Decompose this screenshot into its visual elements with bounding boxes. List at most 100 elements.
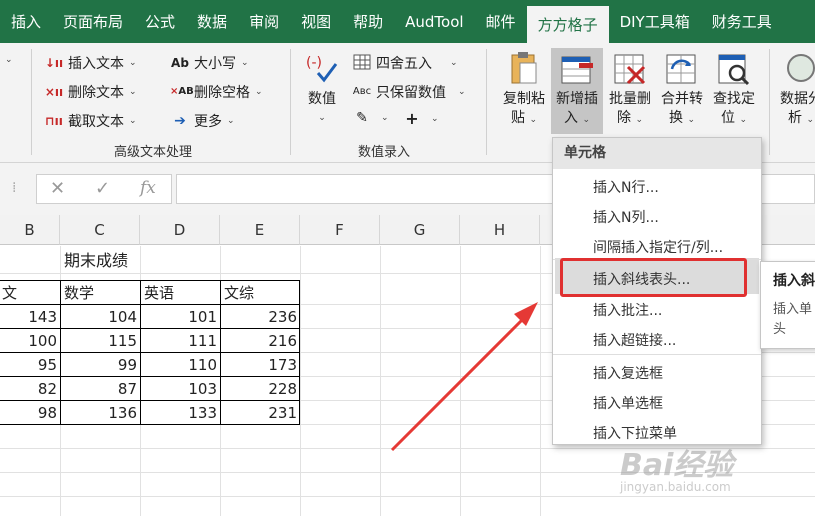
tab-finance-tools[interactable]: 财务工具 bbox=[701, 0, 783, 43]
tab-data[interactable]: 数据 bbox=[186, 0, 238, 43]
menu-item-insert-hyperlink[interactable]: 插入超链接... bbox=[593, 330, 676, 350]
table-cell[interactable]: 143 bbox=[0, 305, 60, 329]
svg-text:(-): (-) bbox=[306, 55, 322, 71]
table-cell[interactable]: 236 bbox=[220, 305, 300, 329]
delete-space-button[interactable]: ×AB 删除空格 ⌄ bbox=[170, 82, 263, 102]
copy-paste-button[interactable]: 复制粘 贴 ⌄ bbox=[499, 49, 549, 130]
keep-value-button[interactable]: Aвс 只保留数值 ⌄ bbox=[352, 82, 466, 102]
delete-space-icon: ×AB bbox=[170, 86, 194, 97]
table-cell[interactable]: 216 bbox=[220, 329, 300, 353]
menu-header: 单元格 bbox=[553, 138, 761, 169]
column-header-c[interactable]: C bbox=[60, 215, 140, 245]
insert-row-icon bbox=[559, 49, 595, 87]
table-cell[interactable]: 136 bbox=[60, 401, 140, 425]
cancel-icon[interactable]: ✕ bbox=[50, 178, 65, 199]
table-cell[interactable]: 99 bbox=[60, 353, 140, 377]
table-cell[interactable]: 104 bbox=[60, 305, 140, 329]
tab-help[interactable]: 帮助 bbox=[342, 0, 394, 43]
group-separator bbox=[31, 49, 32, 155]
column-header-d[interactable]: D bbox=[140, 215, 220, 245]
find-locate-button[interactable]: 查找定 位 ⌄ bbox=[709, 49, 759, 130]
value-button[interactable]: (-) 数值 ⌄ bbox=[302, 49, 342, 128]
group-label-text: 高级文本处理 bbox=[114, 145, 193, 160]
table-cell[interactable]: 98 bbox=[0, 401, 60, 425]
table-cell[interactable]: 115 bbox=[60, 329, 140, 353]
group-label-value: 数值录入 bbox=[358, 145, 411, 160]
header-cell-english[interactable]: 英语 bbox=[144, 281, 174, 305]
merge-convert-button[interactable]: 合并转 换 ⌄ bbox=[657, 49, 707, 130]
add-button[interactable]: + ⌄ bbox=[402, 109, 438, 128]
column-header-f[interactable]: F bbox=[300, 215, 380, 245]
menu-item-insert-comment[interactable]: 插入批注... bbox=[593, 300, 662, 320]
delete-text-button[interactable]: ×ıı 删除文本 ⌄ bbox=[44, 82, 137, 102]
tab-diy-toolbox[interactable]: DIY工具箱 bbox=[609, 0, 701, 43]
menu-item-insert-columns[interactable]: 插入N列... bbox=[593, 207, 659, 227]
table-cell[interactable]: 110 bbox=[140, 353, 220, 377]
sheet-title-cell[interactable]: 期末成绩 bbox=[64, 249, 128, 273]
highlight-box bbox=[560, 258, 747, 297]
tab-page-layout[interactable]: 页面布局 bbox=[52, 0, 134, 43]
value-icon: (-) bbox=[304, 49, 340, 87]
more-button[interactable]: ➔ 更多 ⌄ bbox=[170, 111, 234, 131]
watermark-logo: Bai经验 bbox=[620, 448, 734, 483]
column-header-g[interactable]: G bbox=[380, 215, 460, 245]
column-header-h[interactable]: H bbox=[460, 215, 540, 245]
clipboard-icon bbox=[506, 49, 542, 87]
column-header-e[interactable]: E bbox=[220, 215, 300, 245]
tab-audtool[interactable]: AudTool bbox=[394, 0, 474, 43]
menu-item-insert-dropdown[interactable]: 插入下拉菜单 bbox=[593, 423, 677, 443]
menu-item-insert-checkbox[interactable]: 插入复选框 bbox=[593, 363, 663, 383]
new-insert-button[interactable]: 新增插 入 ⌄ bbox=[551, 48, 603, 134]
confirm-icon[interactable]: ✓ bbox=[95, 178, 110, 199]
header-cell-math[interactable]: 数学 bbox=[64, 281, 94, 305]
table-cell[interactable]: 228 bbox=[220, 377, 300, 401]
table-cell[interactable]: 100 bbox=[0, 329, 60, 353]
case-icon: Ab bbox=[171, 56, 189, 70]
drag-handle-icon[interactable]: ⁞ bbox=[12, 180, 16, 196]
find-icon bbox=[716, 49, 752, 87]
group-separator bbox=[290, 49, 291, 155]
menu-item-interval-insert[interactable]: 间隔插入指定行/列... bbox=[593, 237, 723, 257]
tab-review[interactable]: 审阅 bbox=[238, 0, 290, 43]
plus-icon: + bbox=[405, 109, 419, 128]
table-cell[interactable]: 82 bbox=[0, 377, 60, 401]
table-cell[interactable]: 111 bbox=[140, 329, 220, 353]
tab-view[interactable]: 视图 bbox=[290, 0, 342, 43]
menu-item-insert-rows[interactable]: 插入N行... bbox=[593, 177, 659, 197]
table-cell[interactable]: 95 bbox=[0, 353, 60, 377]
header-cell-liberal-arts[interactable]: 文综 bbox=[224, 281, 254, 305]
table-cell[interactable]: 173 bbox=[220, 353, 300, 377]
table-cell[interactable]: 133 bbox=[140, 401, 220, 425]
column-header-b[interactable]: B bbox=[0, 215, 60, 245]
tab-formulas[interactable]: 公式 bbox=[134, 0, 186, 43]
edit-icon: ✎ bbox=[356, 110, 368, 126]
edit-button[interactable]: ✎ ⌄ bbox=[352, 110, 388, 126]
cut-text-icon: ⊓ıı bbox=[45, 114, 63, 128]
tooltip-title: 插入斜 bbox=[773, 273, 815, 289]
table-cell[interactable]: 103 bbox=[140, 377, 220, 401]
tab-fangfang[interactable]: 方方格子 bbox=[526, 6, 609, 43]
cut-text-button[interactable]: ⊓ıı 截取文本 ⌄ bbox=[44, 111, 136, 131]
delete-grid-icon bbox=[612, 49, 648, 87]
data-analysis-button[interactable]: 数据分 析 ⌄ bbox=[776, 49, 815, 130]
round-button[interactable]: 四舍五入 ⌄ bbox=[352, 53, 458, 73]
insert-text-button[interactable]: ↓ıı 插入文本 ⌄ bbox=[44, 53, 137, 73]
insert-function-icon[interactable]: fx bbox=[140, 178, 156, 198]
header-cell-chinese[interactable]: 文 bbox=[2, 281, 17, 305]
abc-icon: Aвс bbox=[352, 86, 372, 97]
tab-mail[interactable]: 邮件 bbox=[475, 0, 527, 43]
ribbon-tab-bar: 插入 页面布局 公式 数据 审阅 视图 帮助 AudTool 邮件 方方格子 D… bbox=[0, 0, 815, 43]
case-button[interactable]: Ab 大小写 ⌄ bbox=[170, 53, 249, 73]
table-cell[interactable]: 87 bbox=[60, 377, 140, 401]
table-cell[interactable]: 101 bbox=[140, 305, 220, 329]
batch-delete-button[interactable]: 批量删 除 ⌄ bbox=[605, 49, 655, 130]
group-separator bbox=[769, 49, 770, 155]
arrow-right-icon: ➔ bbox=[174, 113, 186, 129]
menu-item-insert-radio[interactable]: 插入单选框 bbox=[593, 393, 663, 413]
watermark-url: jingyan.baidu.com bbox=[620, 480, 731, 494]
ribbon-left-caret[interactable]: ⌄ bbox=[0, 55, 13, 65]
annotation-arrow-icon bbox=[390, 302, 538, 452]
tab-insert[interactable]: 插入 bbox=[0, 0, 52, 43]
table-cell[interactable]: 231 bbox=[220, 401, 300, 425]
menu-tooltip: 插入斜 插入单头 bbox=[760, 261, 815, 349]
